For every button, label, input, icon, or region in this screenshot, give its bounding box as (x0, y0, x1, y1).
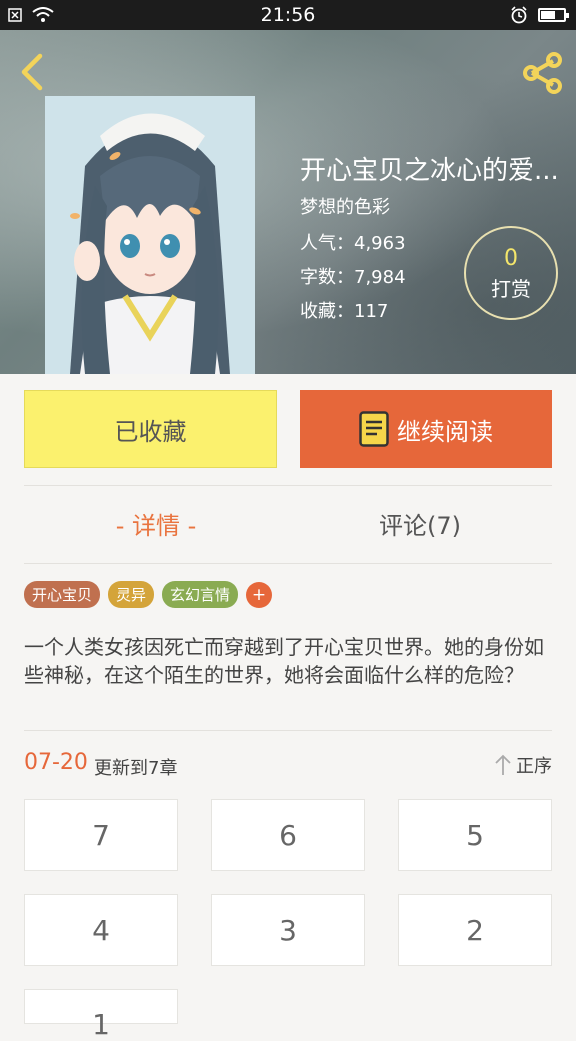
book-icon (359, 411, 389, 447)
tip-button[interactable]: 0 打赏 (464, 226, 558, 320)
battery-icon (538, 8, 569, 22)
tag-chip[interactable]: 玄幻言情 (162, 581, 239, 608)
sort-button[interactable]: 正序 (494, 752, 552, 778)
book-author: 梦想的色彩 (300, 197, 390, 218)
book-header: 开心宝贝之冰心的爱... 梦想的色彩 人气：4,963 字数：7,984 收藏：… (0, 30, 576, 374)
chapter-button[interactable]: 4 (24, 894, 178, 966)
chapter-number: 1 (92, 1008, 110, 1041)
clock: 21:56 (260, 4, 316, 26)
tab-comments[interactable]: 评论(7) (288, 506, 552, 546)
book-description: 一个人类女孩因死亡而穿越到了开心宝贝世界。她的身份如些神秘，在这个陌生的世界，她… (24, 635, 544, 687)
tag-chip[interactable]: 开心宝贝 (24, 581, 101, 608)
chapter-button[interactable]: 3 (211, 894, 365, 966)
arrow-up-icon (495, 754, 511, 775)
add-tag-button[interactable]: + (246, 581, 273, 608)
book-title: 开心宝贝之冰心的爱... (300, 156, 559, 186)
collected-label: 已收藏 (114, 417, 187, 446)
continue-reading-button[interactable]: 继续阅读 (300, 390, 552, 468)
tab-detail[interactable]: - 详情 - (24, 506, 288, 546)
tip-count: 0 (504, 246, 518, 271)
share-icon[interactable] (520, 50, 566, 96)
tip-label: 打赏 (491, 277, 531, 301)
back-icon[interactable] (14, 52, 54, 92)
chapter-button[interactable]: 2 (398, 894, 552, 966)
sort-label: 正序 (516, 756, 552, 777)
tag-list: 开心宝贝 灵异 玄幻言情 + (24, 581, 273, 608)
alarm-icon (511, 6, 527, 24)
book-cover-image (45, 96, 255, 374)
divider (24, 563, 552, 564)
favorites-stat: 收藏：117 (300, 301, 389, 322)
continue-reading-label: 继续阅读 (397, 417, 493, 446)
update-date: 07-20 (24, 750, 88, 775)
update-info: 更新到7章 (94, 758, 178, 779)
collected-button[interactable]: 已收藏 (24, 390, 277, 468)
word-count-stat: 字数：7,984 (300, 267, 406, 288)
chapter-button[interactable]: 7 (24, 799, 178, 871)
divider (24, 485, 552, 486)
status-bar: 21:56 (0, 0, 576, 30)
chapter-button[interactable]: 6 (211, 799, 365, 871)
popularity-stat: 人气：4,963 (300, 233, 406, 254)
chapter-button[interactable]: 5 (398, 799, 552, 871)
tag-chip[interactable]: 灵异 (108, 581, 155, 608)
chapter-button[interactable]: 1 (24, 989, 178, 1041)
divider (24, 730, 552, 731)
